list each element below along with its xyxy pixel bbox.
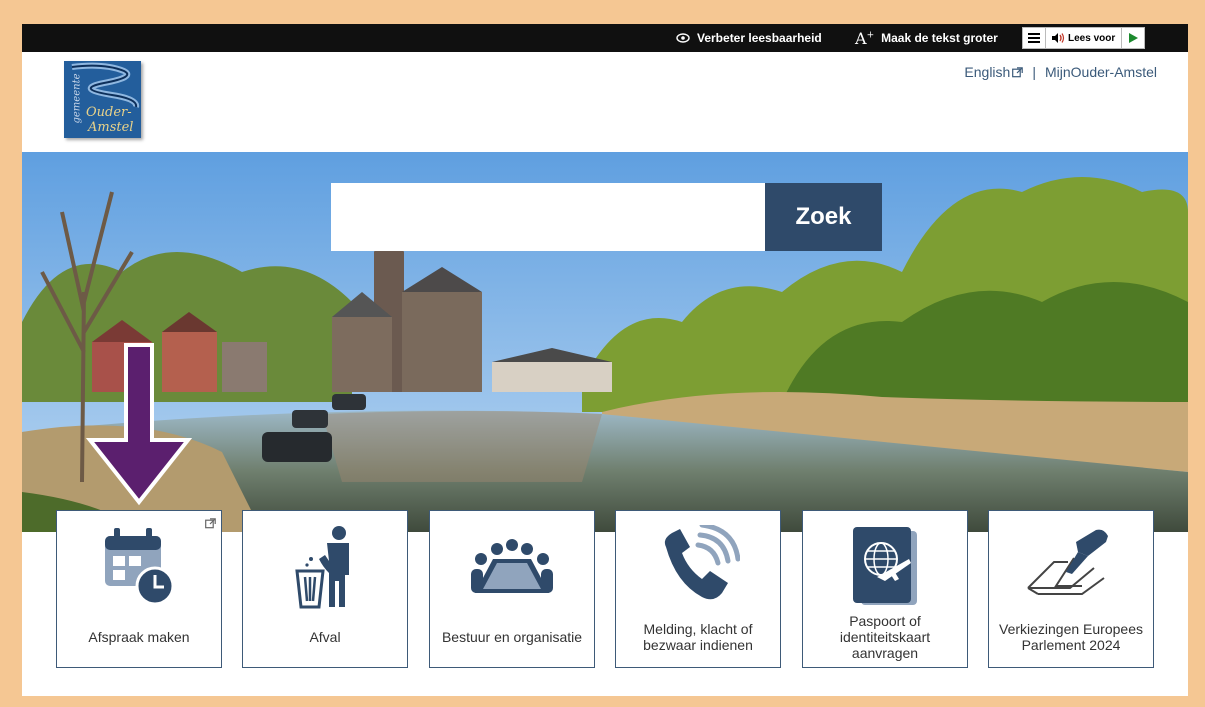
tile-afspraak-maken[interactable]: Afspraak maken xyxy=(56,510,222,668)
external-link-icon xyxy=(1012,66,1024,77)
logo-text-ouder: Ouder- xyxy=(86,105,132,120)
readspeaker-menu-button[interactable] xyxy=(1023,28,1046,48)
trash-person-icon xyxy=(295,526,349,609)
read-aloud-label: Lees voor xyxy=(1068,32,1116,44)
tile-label: Afval xyxy=(309,629,341,645)
hero-banner: Zoek xyxy=(22,152,1188,532)
logo-text-gemeente: gemeente xyxy=(71,73,83,124)
text-size-icon: A+ xyxy=(855,28,875,48)
text-size-label: Maak de tekst groter xyxy=(881,31,998,45)
tile-paspoort-identiteitskaart[interactable]: Paspoort of identiteitskaart aanvragen xyxy=(802,510,968,668)
tile-verkiezingen[interactable]: Verkiezingen Europees Parlement 2024 xyxy=(988,510,1154,668)
link-separator: | xyxy=(1032,64,1036,80)
english-link[interactable]: English xyxy=(964,64,1010,80)
tile-melding-klacht-bezwaar[interactable]: Melding, klacht of bezwaar indienen xyxy=(615,510,781,668)
municipality-logo[interactable]: gemeente Ouder- Amstel xyxy=(64,61,141,138)
tile-bestuur-en-organisatie[interactable]: Bestuur en organisatie xyxy=(429,510,595,668)
eye-icon xyxy=(676,33,690,43)
logo-text-amstel: Amstel xyxy=(88,120,134,135)
menu-icon xyxy=(1028,33,1040,43)
play-button[interactable] xyxy=(1122,28,1144,48)
meeting-table-icon xyxy=(471,539,553,593)
accessibility-toolbar: Verbeter leesbaarheid A+ Maak de tekst g… xyxy=(22,24,1188,52)
mijn-link-label: MijnOuder-Amstel xyxy=(1044,64,1157,80)
search-input[interactable] xyxy=(331,183,765,251)
readability-button[interactable]: Verbeter leesbaarheid xyxy=(676,24,822,52)
mijn-ouder-amstel-link[interactable]: MijnOuder-Amstel xyxy=(1045,64,1157,80)
readspeaker-widget: Lees voor xyxy=(1022,27,1146,49)
tile-label: Paspoort of identiteitskaart aanvragen xyxy=(839,613,931,661)
text-size-button[interactable]: A+ Maak de tekst groter xyxy=(855,24,998,52)
calendar-clock-icon xyxy=(105,528,175,606)
tile-label: Afspraak maken xyxy=(88,629,190,645)
tile-label: Verkiezingen Europees Parlement 2024 xyxy=(999,621,1143,653)
phone-icon xyxy=(664,525,740,600)
tile-label: Bestuur en organisatie xyxy=(441,629,583,645)
read-aloud-button[interactable]: Lees voor xyxy=(1046,28,1123,48)
passport-icon xyxy=(853,527,917,605)
tile-label: Melding, klacht of bezwaar indienen xyxy=(643,621,753,653)
readability-label: Verbeter leesbaarheid xyxy=(697,31,822,45)
english-link-label: English xyxy=(964,64,1011,80)
speaker-icon xyxy=(1052,33,1065,43)
ballot-icon xyxy=(1027,529,1108,595)
header-links: English | MijnOuder-Amstel xyxy=(964,64,1157,80)
browser-page: Verbeter leesbaarheid A+ Maak de tekst g… xyxy=(22,24,1188,696)
play-icon xyxy=(1128,33,1138,43)
search-button[interactable]: Zoek xyxy=(765,183,882,251)
annotation-arrow-icon xyxy=(85,343,193,506)
tile-afval[interactable]: Afval xyxy=(242,510,408,668)
